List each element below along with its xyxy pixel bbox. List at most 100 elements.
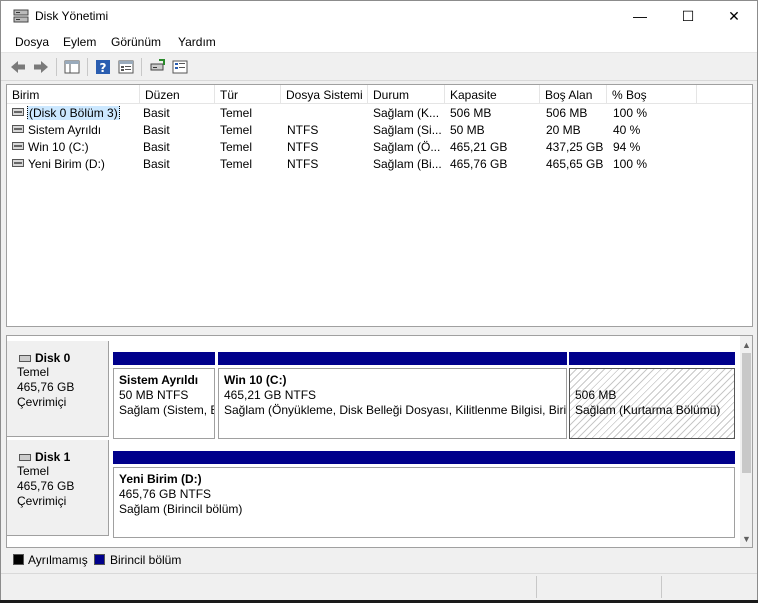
volume-capacity: 465,76 GB: [450, 157, 508, 171]
connect-disk-icon[interactable]: [148, 58, 166, 76]
column-header-tur[interactable]: Tür: [215, 85, 281, 104]
volume-list[interactable]: Birim Düzen Tür Dosya Sistemi Durum Kapa…: [6, 84, 753, 327]
disk-row-disk-0: Disk 0 Temel 465,76 GB Çevrimiçi Sistem …: [7, 341, 737, 439]
vertical-scrollbar[interactable]: ▲ ▼: [740, 336, 752, 547]
volume-free-space: 465,65 GB: [546, 157, 604, 171]
column-header-dosya-sistemi[interactable]: Dosya Sistemi: [281, 85, 368, 104]
minimize-icon: —: [633, 8, 647, 24]
partition-status: Sağlam (Önyükleme, Disk Belleği Dosyası,…: [224, 403, 567, 417]
disk-name: Disk 0: [35, 351, 71, 365]
disk-row-disk-1: Disk 1 Temel 465,76 GB Çevrimiçi Yeni Bi…: [7, 440, 737, 538]
partition-win10-c[interactable]: Win 10 (C:) 465,21 GB NTFS Sağlam (Önyük…: [218, 352, 567, 439]
disk-management-app-icon: [13, 9, 29, 23]
partition-color-bar: [113, 451, 735, 464]
disk-management-window: Disk Yönetimi — ☐ ✕ Dosya Eylem Görünüm …: [0, 0, 758, 600]
partition-size: 506 MB: [575, 388, 617, 402]
toolbar-separator: [87, 58, 88, 76]
partition-title: Sistem Ayrıldı: [119, 373, 199, 387]
scroll-up-icon[interactable]: ▲: [740, 338, 752, 352]
partition-recovery[interactable]: 506 MB Sağlam (Kurtarma Bölümü): [569, 352, 735, 439]
title-bar[interactable]: Disk Yönetimi — ☐ ✕: [1, 1, 757, 31]
volume-icon: [12, 142, 24, 150]
table-row[interactable]: Sistem Ayrıldı Basit Temel NTFS Sağlam (…: [7, 122, 752, 139]
volume-percent-free: 100 %: [613, 157, 648, 171]
table-row[interactable]: Win 10 (C:) Basit Temel NTFS Sağlam (Ö..…: [7, 139, 752, 156]
disk-0-label[interactable]: Disk 0 Temel 465,76 GB Çevrimiçi: [7, 341, 109, 437]
menu-eylem[interactable]: Eylem: [63, 35, 96, 49]
volume-layout: Basit: [143, 106, 170, 120]
volume-file-system: NTFS: [287, 157, 319, 171]
volume-layout: Basit: [143, 157, 170, 171]
column-header-durum[interactable]: Durum: [368, 85, 445, 104]
maximize-icon: ☐: [681, 7, 695, 24]
volume-name: Sistem Ayrıldı: [28, 123, 102, 137]
volume-type: Temel: [220, 106, 253, 120]
table-row[interactable]: (Disk 0 Bölüm 3) Basit Temel Sağlam (K..…: [7, 105, 752, 122]
toolbar: ?: [1, 54, 757, 81]
partition-size: 50 MB NTFS: [119, 388, 189, 402]
legend-swatch-unallocated: [13, 554, 24, 565]
menu-yardim[interactable]: Yardım: [178, 35, 216, 49]
scroll-down-icon[interactable]: ▼: [740, 532, 752, 546]
legend: Ayrılmamış Birincil bölüm: [6, 549, 753, 571]
minimize-button[interactable]: —: [617, 1, 663, 31]
status-bar-separator: [536, 576, 537, 598]
partition-color-bar: [113, 352, 215, 365]
legend-swatch-primary: [94, 554, 105, 565]
back-arrow-icon[interactable]: [9, 58, 27, 76]
properties-icon[interactable]: [117, 58, 135, 76]
partition-sistem-ayrildi[interactable]: Sistem Ayrıldı 50 MB NTFS Sağlam (Sistem…: [113, 352, 215, 439]
column-header-yuzde-bos[interactable]: % Boş: [607, 85, 697, 104]
volume-type: Temel: [220, 157, 253, 171]
volume-name: (Disk 0 Bölüm 3): [27, 106, 120, 120]
column-header-kapasite[interactable]: Kapasite: [445, 85, 540, 104]
volume-icon: [12, 159, 24, 167]
disk-graphical-view[interactable]: Disk 0 Temel 465,76 GB Çevrimiçi Sistem …: [6, 335, 753, 548]
volume-file-system: NTFS: [287, 123, 319, 137]
pane-splitter[interactable]: [6, 328, 753, 335]
partition-size: 465,21 GB NTFS: [224, 388, 317, 402]
disk-name: Disk 1: [35, 450, 71, 464]
status-bar-separator: [661, 576, 662, 598]
maximize-button[interactable]: ☐: [665, 1, 711, 31]
close-button[interactable]: ✕: [711, 1, 757, 31]
help-icon[interactable]: ?: [94, 58, 112, 76]
table-row[interactable]: Yeni Birim (D:) Basit Temel NTFS Sağlam …: [7, 156, 752, 173]
volume-free-space: 437,25 GB: [546, 140, 604, 154]
volume-status: Sağlam (Si...: [373, 123, 441, 137]
menu-gorunum[interactable]: Görünüm: [111, 35, 161, 49]
menu-dosya[interactable]: Dosya: [15, 35, 49, 49]
column-header-bos-alan[interactable]: Boş Alan: [540, 85, 607, 104]
toolbar-separator: [141, 58, 142, 76]
volume-layout: Basit: [143, 140, 170, 154]
list-view-icon[interactable]: [171, 58, 189, 76]
scroll-thumb[interactable]: [742, 353, 751, 473]
menu-bar: Dosya Eylem Görünüm Yardım: [1, 31, 757, 53]
partition-yeni-birim-d[interactable]: Yeni Birim (D:) 465,76 GB NTFS Sağlam (B…: [113, 451, 735, 538]
disk-type: Temel: [17, 365, 50, 379]
column-header-birim[interactable]: Birim: [7, 85, 140, 104]
disk-icon: [19, 453, 31, 461]
volume-status: Sağlam (Bi...: [373, 157, 441, 171]
partition-status: Sağlam (Birincil bölüm): [119, 502, 243, 516]
disk-type: Temel: [17, 464, 50, 478]
disk-icon: [19, 354, 31, 362]
volume-layout: Basit: [143, 123, 170, 137]
forward-arrow-icon[interactable]: [32, 58, 50, 76]
volume-status: Sağlam (K...: [373, 106, 440, 120]
volume-name: Win 10 (C:): [28, 140, 89, 154]
volume-file-system: NTFS: [287, 140, 319, 154]
window-title: Disk Yönetimi: [35, 9, 109, 23]
volume-status: Sağlam (Ö...: [373, 140, 441, 154]
volume-name: Yeni Birim (D:): [28, 157, 105, 171]
volume-capacity: 50 MB: [450, 123, 485, 137]
partition-title: Yeni Birim (D:): [119, 472, 202, 486]
console-tree-icon[interactable]: [63, 58, 81, 76]
disk-status: Çevrimiçi: [17, 494, 67, 508]
disk-1-label[interactable]: Disk 1 Temel 465,76 GB Çevrimiçi: [7, 440, 109, 536]
legend-label-unallocated: Ayrılmamış: [28, 553, 88, 567]
column-header-duzen[interactable]: Düzen: [140, 85, 215, 104]
partition-status: Sağlam (Kurtarma Bölümü): [575, 403, 721, 417]
close-icon: ✕: [728, 7, 740, 24]
volume-list-header: Birim Düzen Tür Dosya Sistemi Durum Kapa…: [7, 85, 752, 104]
